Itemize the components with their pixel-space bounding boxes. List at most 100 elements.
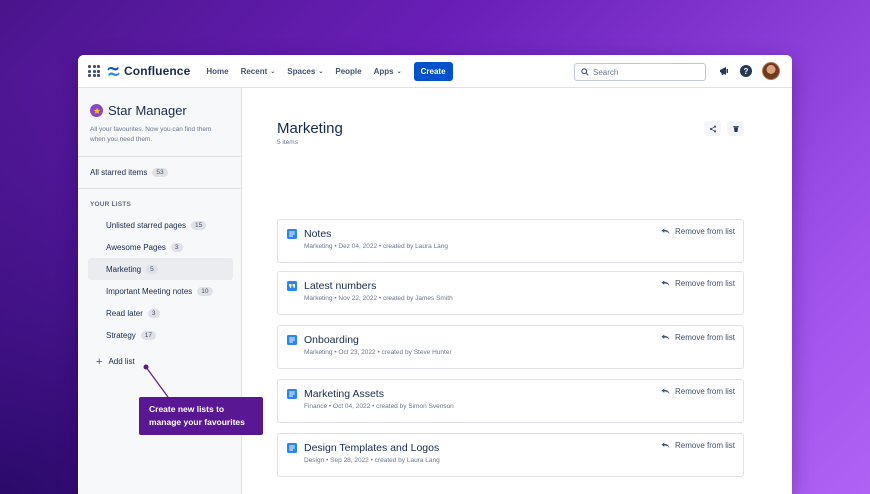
tooltip-line: manage your favourites: [149, 417, 245, 427]
list-item[interactable]: Marketing Assets Finance • Oct 04, 2022 …: [277, 379, 744, 423]
item-meta: Design • Sep 28, 2022 • created by Laura…: [304, 457, 440, 464]
nav-home-label: Home: [206, 66, 229, 76]
remove-label: Remove from list: [674, 387, 735, 396]
item-meta: Marketing • Oct 23, 2022 • created by St…: [304, 349, 452, 356]
share-button[interactable]: [704, 121, 721, 136]
remove-label: Remove from list: [674, 227, 735, 236]
item-title[interactable]: Latest numbers: [304, 280, 376, 292]
sidebar-item-label: Read later: [106, 308, 143, 318]
list-item[interactable]: Notes Marketing • Dez 04, 2022 • created…: [277, 219, 744, 263]
page-icon: [287, 335, 297, 345]
sidebar-list-unlisted[interactable]: Unlisted starred pages 15: [88, 214, 233, 236]
plus-icon: +: [96, 355, 103, 368]
nav-people-label: People: [335, 66, 362, 76]
remove-label: Remove from list: [674, 279, 735, 288]
tooltip-line: Create new lists to: [149, 404, 225, 414]
app-name: Confluence: [124, 64, 191, 78]
remove-from-list-button[interactable]: Remove from list: [661, 227, 735, 236]
undo-icon: [661, 388, 670, 395]
undo-icon: [661, 280, 670, 287]
sidebar-list-awesome-pages[interactable]: Awesome Pages 3: [88, 236, 233, 258]
sidebar-list-marketing[interactable]: Marketing 5: [88, 258, 233, 280]
create-button[interactable]: Create: [413, 61, 453, 81]
search-input[interactable]: Search: [574, 63, 706, 81]
nav-recent[interactable]: Recent ⌄: [241, 67, 276, 76]
undo-icon: [661, 228, 670, 235]
undo-icon: [661, 334, 670, 341]
remove-from-list-button[interactable]: Remove from list: [661, 441, 735, 450]
confluence-logo-icon: [107, 66, 120, 76]
profile-button[interactable]: [762, 62, 780, 80]
item-title[interactable]: Marketing Assets: [304, 388, 384, 400]
top-right-actions: ?: [708, 62, 780, 80]
search-icon: [581, 68, 589, 76]
sidebar-item-label: Awesome Pages: [106, 242, 166, 252]
sidebar-title: Star Manager: [108, 103, 187, 118]
nav-people[interactable]: People: [335, 67, 361, 76]
nav-spaces-label: Spaces: [287, 66, 316, 76]
page-title: Marketing: [277, 120, 343, 137]
count-badge: 10: [197, 286, 213, 296]
avatar: [762, 62, 780, 80]
help-icon: ?: [740, 65, 752, 77]
main-content: Marketing 5 items Notes Marketing • Dez …: [242, 88, 792, 494]
item-count: 5 items: [277, 139, 298, 146]
nav-apps[interactable]: Apps ⌄: [374, 67, 402, 76]
sidebar-list-read-later[interactable]: Read later 3: [88, 302, 233, 324]
sidebar-header: Star Manager: [78, 88, 241, 118]
confluence-logo[interactable]: Confluence: [107, 64, 190, 78]
lists-section-title: YOUR LISTS: [90, 201, 132, 208]
undo-icon: [661, 442, 670, 449]
sidebar-description: All your favourites. Now you can find th…: [90, 126, 212, 143]
item-meta: Marketing • Nov 22, 2022 • created by Ja…: [304, 295, 453, 302]
list-item[interactable]: Design Templates and Logos Design • Sep …: [277, 433, 744, 477]
count-badge: 53: [152, 168, 168, 177]
nav-spaces[interactable]: Spaces ⌄: [287, 67, 323, 76]
top-navigation: Confluence Home Recent ⌄ Spaces ⌄ People A…: [78, 55, 792, 88]
remove-label: Remove from list: [674, 441, 735, 450]
item-meta: Finance • Oct 04, 2022 • created by Simo…: [304, 403, 454, 410]
sidebar-item-label: All starred items: [90, 168, 148, 177]
add-list-label: Add list: [108, 357, 135, 366]
remove-from-list-button[interactable]: Remove from list: [661, 333, 735, 342]
chevron-down-icon: ⌄: [396, 68, 402, 75]
delete-list-button[interactable]: [727, 121, 744, 136]
list-item[interactable]: Onboarding Marketing • Oct 23, 2022 • cr…: [277, 325, 744, 369]
item-title[interactable]: Onboarding: [304, 334, 359, 346]
page-icon: [287, 229, 297, 239]
count-badge: 3: [147, 308, 160, 318]
remove-from-list-button[interactable]: Remove from list: [661, 387, 735, 396]
list-item[interactable]: Latest numbers Marketing • Nov 22, 2022 …: [277, 271, 744, 315]
item-meta: Marketing • Dez 04, 2022 • created by La…: [304, 243, 449, 250]
remove-from-list-button[interactable]: Remove from list: [661, 279, 735, 288]
sidebar-item-label: Marketing: [106, 264, 142, 274]
remove-label: Remove from list: [674, 333, 735, 342]
chevron-down-icon: ⌄: [318, 68, 324, 75]
item-title[interactable]: Design Templates and Logos: [304, 442, 439, 454]
sidebar-list-meeting-notes[interactable]: Important Meeting notes 10: [88, 280, 233, 302]
nav-recent-label: Recent: [240, 66, 268, 76]
sidebar-item-all-starred[interactable]: All starred items 53: [78, 157, 241, 188]
sidebar-item-label: Unlisted starred pages: [106, 220, 187, 230]
nav-apps-label: Apps: [373, 66, 394, 76]
count-badge: 15: [191, 220, 207, 230]
nav-home[interactable]: Home: [206, 67, 228, 76]
add-list-button[interactable]: + Add list: [78, 346, 241, 368]
page-icon: [287, 389, 297, 399]
item-title[interactable]: Notes: [304, 228, 331, 240]
help-button[interactable]: ?: [740, 65, 752, 77]
megaphone-icon: [720, 67, 728, 75]
sidebar-item-label: Strategy: [106, 330, 136, 340]
quote-icon: [287, 281, 297, 291]
sidebar-list-strategy[interactable]: Strategy 17: [88, 324, 233, 346]
add-list-tooltip: Create new lists to manage your favourit…: [139, 397, 263, 435]
sidebar-item-label: Important Meeting notes: [106, 286, 193, 296]
notifications-button[interactable]: [718, 65, 730, 77]
count-badge: 17: [140, 330, 157, 340]
count-badge: 3: [170, 242, 183, 252]
count-badge: 5: [146, 264, 158, 274]
search-placeholder: Search: [593, 67, 619, 77]
chevron-down-icon: ⌄: [270, 68, 276, 75]
trash-icon: [732, 125, 739, 132]
app-switcher-icon[interactable]: [88, 65, 100, 77]
